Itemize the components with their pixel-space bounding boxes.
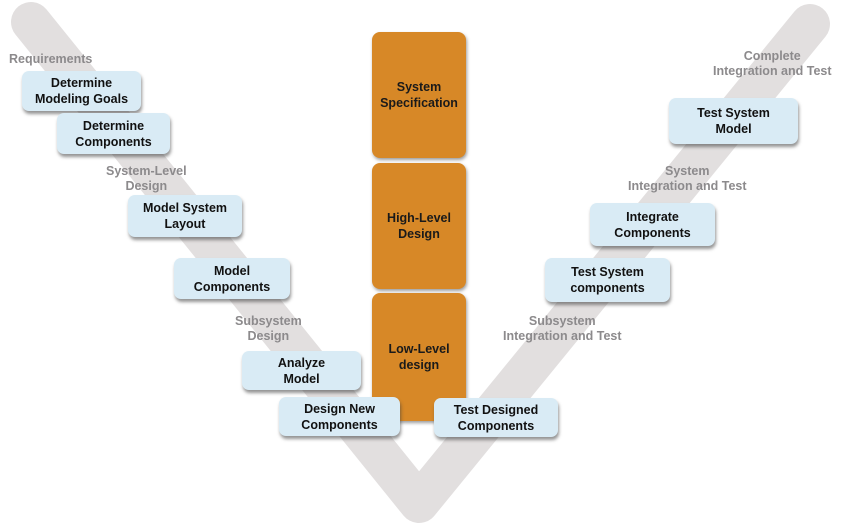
step-design-new-components[interactable]: Design New Components bbox=[279, 397, 400, 436]
step-test-system-model[interactable]: Test System Model bbox=[669, 98, 798, 144]
step-analyze-model[interactable]: Analyze Model bbox=[242, 351, 361, 390]
step-label: Model Components bbox=[193, 263, 271, 294]
step-test-designed-components[interactable]: Test Designed Components bbox=[434, 398, 558, 437]
phase-label-system-integration: System Integration and Test bbox=[628, 164, 747, 193]
step-determine-components[interactable]: Determine Components bbox=[57, 113, 170, 154]
step-label: Analyze Model bbox=[277, 355, 326, 386]
phase-label-subsystem-design: Subsystem Design bbox=[235, 314, 302, 343]
level-system-specification[interactable]: System Specification bbox=[372, 32, 466, 158]
level-label: High-Level Design bbox=[387, 211, 451, 241]
step-determine-modeling-goals[interactable]: Determine Modeling Goals bbox=[22, 71, 141, 111]
phase-label-subsystem-integration: Subsystem Integration and Test bbox=[503, 314, 622, 343]
step-test-system-components[interactable]: Test System components bbox=[545, 258, 670, 302]
step-label: Design New Components bbox=[301, 401, 378, 432]
step-model-components[interactable]: Model Components bbox=[174, 258, 290, 299]
level-label: Low-Level design bbox=[388, 342, 450, 372]
step-label: Test Designed Components bbox=[453, 402, 539, 433]
step-label: Determine Modeling Goals bbox=[34, 76, 129, 106]
step-model-system-layout[interactable]: Model System Layout bbox=[128, 195, 242, 237]
level-high-level-design[interactable]: High-Level Design bbox=[372, 163, 466, 289]
phase-label-requirements: Requirements bbox=[9, 52, 93, 66]
step-label: Test System components bbox=[570, 265, 645, 295]
step-integrate-components[interactable]: Integrate Components bbox=[590, 203, 715, 246]
phase-label-complete-integration: Complete Integration and Test bbox=[713, 49, 832, 78]
step-label: Test System Model bbox=[697, 106, 770, 136]
step-label: Model System Layout bbox=[142, 201, 228, 231]
step-label: Determine Components bbox=[75, 118, 152, 149]
step-label: Integrate Components bbox=[614, 209, 691, 240]
phase-label-system-level-design: System-Level Design bbox=[106, 164, 187, 193]
level-label: System Specification bbox=[380, 80, 458, 110]
